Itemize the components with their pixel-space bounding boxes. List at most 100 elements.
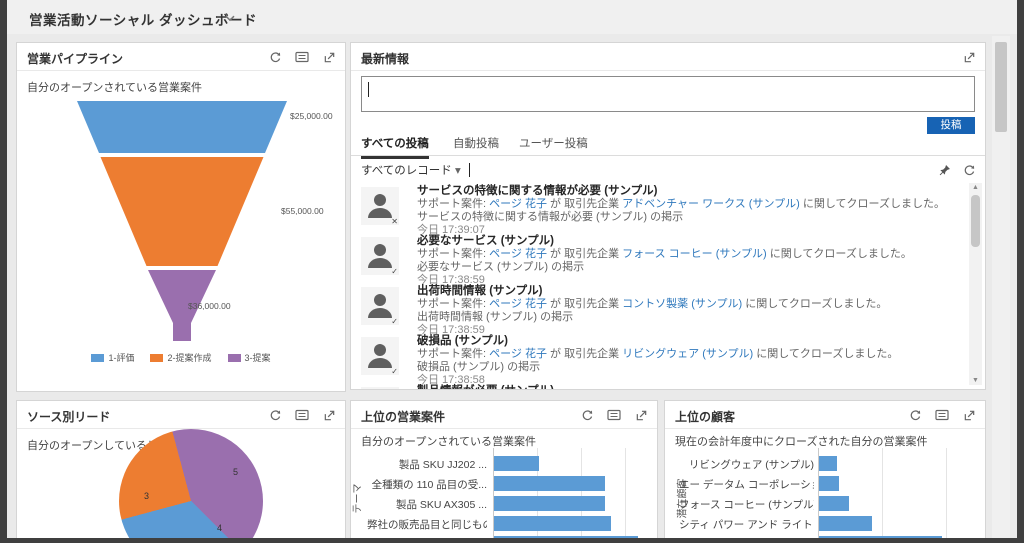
- legend-swatch: [91, 354, 104, 362]
- panel-header: 上位の顧客: [665, 401, 985, 429]
- bar[interactable]: [494, 456, 539, 471]
- bar-label: 製品 SKU AX305 ...: [367, 497, 487, 512]
- funnel-value-label: $55,000.00: [281, 206, 324, 216]
- post-button[interactable]: 投稿: [927, 117, 975, 134]
- bar[interactable]: [494, 536, 638, 538]
- legend-label: 2-提案作成: [167, 351, 211, 364]
- feed-item-line2: サービスの特徴に関する情報が必要 (サンプル) の掲示: [417, 211, 959, 224]
- record-filter-dropdown[interactable]: すべてのレコード ▾: [361, 162, 461, 178]
- refresh-icon[interactable]: [579, 407, 595, 423]
- feed-scrollbar[interactable]: ▲ ▼: [969, 183, 982, 385]
- gridline: [882, 448, 883, 538]
- bar[interactable]: [819, 476, 839, 491]
- page-scrollbar[interactable]: [992, 36, 1010, 538]
- scroll-down-icon[interactable]: ▼: [969, 377, 982, 384]
- caret-down-icon: ▾: [455, 165, 461, 177]
- funnel-chart[interactable]: [76, 101, 288, 348]
- funnel-segment-1: [77, 101, 287, 153]
- dashboard-app: 営業活動ソーシャル ダッシュボード 営業パイプライン 自分のオープンされている営…: [7, 0, 1017, 538]
- status-resolved-icon: ✓: [391, 267, 398, 276]
- expand-icon[interactable]: [961, 407, 977, 423]
- status-resolved-icon: ✓: [391, 317, 398, 326]
- bar[interactable]: [494, 516, 611, 531]
- bar-label: 全種類の 110 品目の受...: [367, 477, 487, 492]
- scroll-up-icon[interactable]: ▲: [969, 184, 982, 191]
- user-link[interactable]: ページ 花子: [489, 298, 547, 310]
- refresh-icon[interactable]: [267, 407, 283, 423]
- bar-label: アドベンチャー ワークス (サンプル...: [679, 537, 814, 538]
- avatar: [361, 387, 399, 389]
- list-frame-icon[interactable]: [934, 407, 950, 423]
- refresh-icon[interactable]: [267, 49, 283, 65]
- feed-item-line2: 必要なサービス (サンプル) の掲示: [417, 261, 959, 274]
- avatar: ✓: [361, 287, 399, 325]
- refresh-icon[interactable]: [907, 407, 923, 423]
- expand-icon[interactable]: [961, 49, 977, 65]
- bar[interactable]: [819, 496, 849, 511]
- expand-icon[interactable]: [633, 407, 649, 423]
- bar[interactable]: [494, 476, 605, 491]
- feed-item-meta: サポート案件: ページ 花子 が 取引先企業 リビングウェア (サンプル) に関…: [417, 348, 959, 361]
- feed-item-meta: サポート案件: ページ 花子 が 取引先企業 アドベンチャー ワークス (サンプ…: [417, 198, 959, 211]
- feed-item[interactable]: ✓ 出荷時間情報 (サンプル) サポート案件: ページ 花子 が 取引先企業 コ…: [361, 285, 963, 335]
- y-axis-label: テーマ: [349, 484, 364, 514]
- account-link[interactable]: コントソ製薬 (サンプル): [622, 298, 742, 310]
- account-link[interactable]: フォース コーヒー (サンプル): [622, 248, 767, 260]
- bar[interactable]: [819, 456, 837, 471]
- bar-label: 製品 SKU JJ202 ...: [367, 457, 487, 472]
- list-frame-icon[interactable]: [294, 407, 310, 423]
- list-frame-icon[interactable]: [294, 49, 310, 65]
- bar[interactable]: [819, 536, 942, 538]
- feed-item-title: 出荷時間情報 (サンプル): [417, 285, 959, 298]
- user-link[interactable]: ページ 花子: [489, 198, 547, 210]
- account-link[interactable]: リビングウェア (サンプル): [622, 348, 753, 360]
- funnel-segment-2: [101, 157, 264, 266]
- feed-item-meta: サポート案件: ページ 花子 が 取引先企業 フォース コーヒー (サンプル) …: [417, 248, 959, 261]
- scrollbar-thumb[interactable]: [995, 42, 1007, 132]
- feed-item[interactable]: ✓ 破損品 (サンプル) サポート案件: ページ 花子 が 取引先企業 リビング…: [361, 335, 963, 385]
- chart-legend: 1-評価 2-提案作成 3-提案: [17, 351, 345, 364]
- scrollbar-thumb[interactable]: [971, 195, 980, 247]
- panel-leads-by-source: ソース別リード 自分のオープンしているリード 5 4 3: [16, 400, 346, 538]
- legend-item: 1-評価: [91, 351, 134, 364]
- panel-sales-pipeline: 営業パイプライン 自分のオープンされている営業案件 $25,000.00 $55…: [16, 42, 346, 392]
- list-frame-icon[interactable]: [606, 407, 622, 423]
- account-link[interactable]: アドベンチャー ワークス (サンプル): [622, 198, 800, 210]
- post-input[interactable]: [361, 76, 975, 112]
- bar-label: リビングウェア (サンプル): [679, 457, 814, 472]
- tab-auto-posts[interactable]: 自動投稿: [453, 135, 499, 156]
- feed-item[interactable]: ✓ 必要なサービス (サンプル) サポート案件: ページ 花子 が 取引先企業 …: [361, 235, 963, 285]
- bar-label: 弊社の販売品目と同じものを...: [367, 517, 487, 532]
- bar[interactable]: [819, 516, 872, 531]
- user-link[interactable]: ページ 花子: [489, 248, 547, 260]
- chart-subtitle: 自分のオープンされている営業案件: [27, 79, 202, 95]
- feed-item-line2: 出荷時間情報 (サンプル) の掲示: [417, 311, 959, 324]
- expand-icon[interactable]: [321, 407, 337, 423]
- avatar: ✕: [361, 187, 399, 225]
- feed-list: ✕ サービスの特徴に関する情報が必要 (サンプル) サポート案件: ページ 花子…: [351, 183, 963, 389]
- legend-item: 2-提案作成: [150, 351, 211, 364]
- bar-label: シティ パワー アンド ライト (サ...: [679, 517, 814, 532]
- expand-icon[interactable]: [321, 49, 337, 65]
- panel-title: 最新情報: [361, 50, 409, 67]
- refresh-icon[interactable]: [961, 162, 977, 178]
- legend-item: 3-提案: [228, 351, 271, 364]
- text-cursor: [368, 82, 369, 97]
- chevron-down-icon[interactable]: [225, 15, 235, 22]
- pin-icon[interactable]: [937, 162, 953, 178]
- status-resolved-icon: ✓: [391, 367, 398, 376]
- pie-value-label: 5: [233, 467, 238, 477]
- tab-all-posts[interactable]: すべての投稿: [361, 135, 429, 159]
- legend-label: 3-提案: [245, 351, 271, 364]
- feed-tabs: すべての投稿 自動投稿 ユーザー投稿: [351, 135, 985, 156]
- feed-item[interactable]: ✕ サービスの特徴に関する情報が必要 (サンプル) サポート案件: ページ 花子…: [361, 185, 963, 235]
- feed-item[interactable]: 製品情報が必要 (サンプル): [361, 385, 963, 389]
- bar[interactable]: [494, 496, 605, 511]
- panel-title: 上位の顧客: [675, 408, 735, 425]
- feed-item-title: 製品情報が必要 (サンプル): [417, 385, 959, 389]
- user-link[interactable]: ページ 花子: [489, 348, 547, 360]
- avatar: ✓: [361, 237, 399, 275]
- tab-user-posts[interactable]: ユーザー投稿: [519, 135, 588, 156]
- feed-item-title: 必要なサービス (サンプル): [417, 235, 959, 248]
- gridline: [625, 448, 626, 538]
